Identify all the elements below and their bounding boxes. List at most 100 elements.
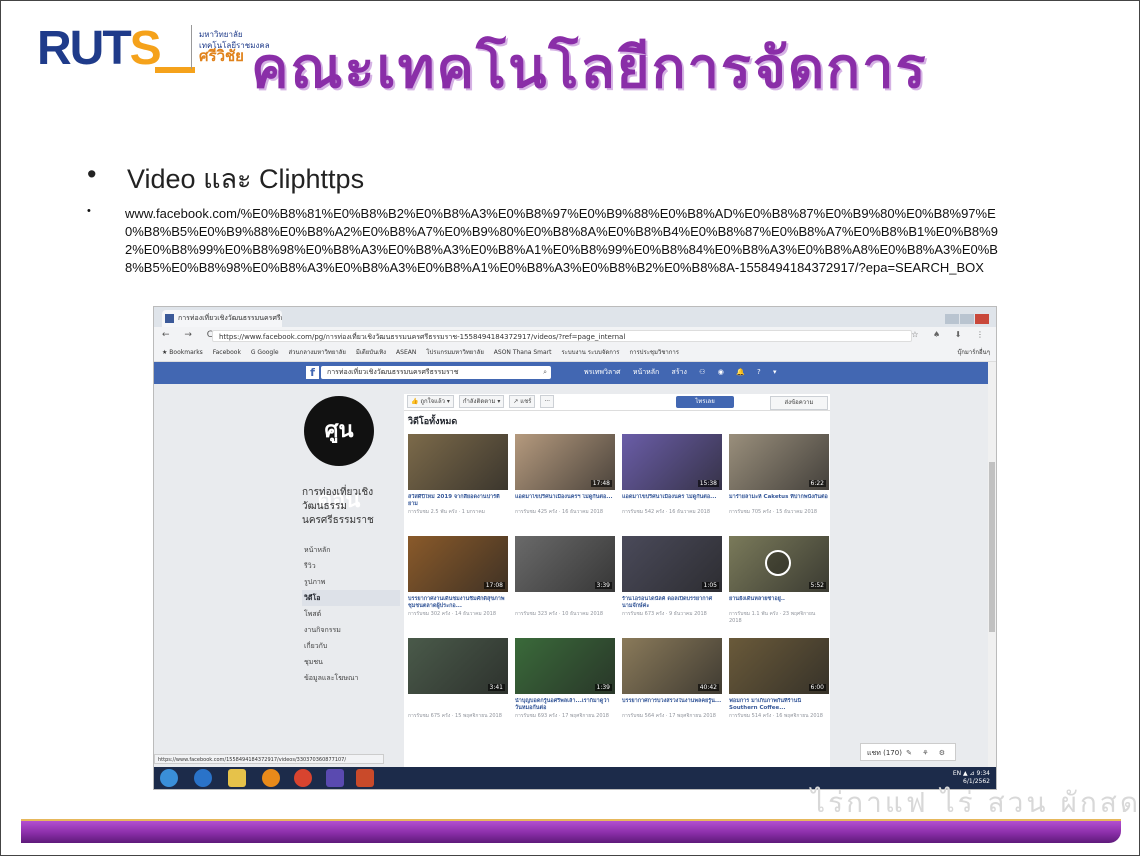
chat-icons[interactable]: ✎ ⚘ ⚙ bbox=[906, 744, 949, 762]
app-icon[interactable] bbox=[326, 769, 344, 787]
video-card[interactable]: 1:05 ร้านโอรอนโดนัลค์ ดอลเปิดบรรยากาศนามจ… bbox=[622, 536, 722, 636]
nav-item-about[interactable]: เกี่ยวกับ bbox=[302, 638, 400, 654]
shop-button[interactable]: ไทรเลย bbox=[676, 396, 734, 408]
video-thumbnail[interactable]: 15:38 bbox=[622, 434, 722, 490]
bookmark-item[interactable]: ASON Thana Smart bbox=[494, 349, 552, 356]
video-thumbnail[interactable]: 1:05 bbox=[622, 536, 722, 592]
video-thumbnail[interactable]: 1:39 bbox=[515, 638, 615, 694]
close-icon[interactable] bbox=[975, 314, 989, 324]
facebook-logo-icon[interactable]: f bbox=[306, 366, 319, 379]
nav-item-events[interactable]: งานกิจกรรม bbox=[302, 622, 400, 638]
nav-item-home[interactable]: หน้าหลัก bbox=[302, 542, 400, 558]
internet-explorer-icon[interactable] bbox=[194, 769, 212, 787]
play-icon[interactable] bbox=[765, 550, 791, 576]
video-card[interactable]: สวัสดีปีใหม่ 2019 จากสี่ยอดงานปาร์ตี้ยาม… bbox=[408, 434, 508, 534]
facebook-url-link[interactable]: www.facebook.com/%E0%B8%81%E0%B8%B2%E0%B… bbox=[125, 205, 1005, 277]
media-player-icon[interactable] bbox=[262, 769, 280, 787]
video-thumbnail[interactable]: 3:39 bbox=[515, 536, 615, 592]
start-button-icon[interactable] bbox=[160, 769, 178, 787]
bookmark-item[interactable]: ASEAN bbox=[396, 349, 416, 356]
video-title[interactable]: สวัสดีปีใหม่ 2019 จากสี่ยอดงานปาร์ตี้ยาม bbox=[408, 494, 508, 508]
video-card[interactable]: 6:00 ฟอมการ มาเก็บภาพกันที่ร้านนี้ Southe… bbox=[729, 638, 829, 738]
powerpoint-icon[interactable] bbox=[356, 769, 374, 787]
video-card[interactable]: 17:48 แอดมาไขปริศนาเมืองนครฯ ไม่ดูกันต่อ.… bbox=[515, 434, 615, 534]
bookmark-item[interactable]: Facebook bbox=[213, 349, 241, 356]
nav-item-videos[interactable]: วิดีโอ bbox=[302, 590, 400, 606]
video-title[interactable]: บรรยากาศงานเดินชมงานชิมศักดิ์สุขภาพชุมชน… bbox=[408, 596, 508, 610]
video-thumbnail[interactable]: 6:00 bbox=[729, 638, 829, 694]
chrome-icon[interactable] bbox=[294, 769, 312, 787]
video-title[interactable]: แอดมาไขปริศนาเมืองนครฯ ไม่ดูกันต่อ... bbox=[515, 494, 615, 508]
nav-item-community[interactable]: ชุมชน bbox=[302, 654, 400, 670]
page-scrollbar[interactable] bbox=[988, 362, 996, 767]
like-button[interactable]: 👍 ถูกใจแล้ว ▾ bbox=[407, 395, 454, 408]
video-title[interactable]: มารำยลามะห์ Caketus ที่ปากพนังกันต่อ bbox=[729, 494, 829, 508]
file-explorer-icon[interactable] bbox=[228, 769, 246, 787]
notifications-icon[interactable]: 🔔 bbox=[736, 368, 745, 376]
video-title[interactable] bbox=[515, 596, 615, 610]
video-meta: การรับชม 705 ครั้ง · 15 ธันวาคม 2018 bbox=[729, 509, 818, 515]
other-bookmarks[interactable]: บุ๊กมาร์กอื่นๆ bbox=[957, 345, 990, 361]
video-title[interactable] bbox=[408, 698, 508, 712]
video-thumbnail[interactable]: 17:08 bbox=[408, 536, 508, 592]
more-button[interactable]: ··· bbox=[540, 395, 555, 408]
bookmarks-bar: ★ Bookmarks Facebook G Google ส่วนกลางมห… bbox=[154, 345, 996, 362]
bookmark-item[interactable]: การประชุมวิชาการ bbox=[629, 349, 679, 356]
video-card[interactable]: 1:39 นำบุญบอดกรู้นอศรีพลเล้า...เราก็มาดูว… bbox=[515, 638, 615, 738]
video-card[interactable]: 3:41 การรับชม 675 ครั้ง · 15 พฤศจิกายน 20… bbox=[408, 638, 508, 738]
video-card[interactable]: 15:38 แอดมาไขปริศนาเมืองนคร ไม่ดูกันต่อ..… bbox=[622, 434, 722, 534]
messenger-icon[interactable]: ◉ bbox=[718, 368, 724, 376]
video-thumbnail[interactable]: 40:42 bbox=[622, 638, 722, 694]
bookmark-item[interactable]: G Google bbox=[251, 349, 279, 356]
nav-buttons[interactable]: ← → C bbox=[162, 330, 219, 340]
search-icon[interactable]: ⌕ bbox=[543, 366, 547, 379]
home-link[interactable]: หน้าหลัก bbox=[633, 368, 659, 376]
video-title[interactable]: นำบุญบอดกรู้นอศรีพลเล้า...เราก็มาดูว่าวั… bbox=[515, 698, 615, 712]
send-message-button[interactable]: ส่งข้อความ bbox=[770, 396, 828, 410]
video-card[interactable]: 5:52 ยานยังเดินหลายซ่าอยู่.. การรับชม 1.1 … bbox=[729, 536, 829, 636]
video-thumbnail[interactable]: 17:48 bbox=[515, 434, 615, 490]
create-link[interactable]: สร้าง bbox=[672, 368, 687, 376]
minimize-icon[interactable] bbox=[945, 314, 959, 324]
browser-tab[interactable]: การท่องเที่ยวเชิงวัฒนธรรมนครศรีธรรมราช bbox=[162, 310, 282, 327]
nav-item-info-ads[interactable]: ข้อมูลและโฆษณา bbox=[302, 670, 400, 686]
maximize-icon[interactable] bbox=[960, 314, 974, 324]
profile-link[interactable]: พรเทพวิลาศ bbox=[584, 368, 621, 376]
url-field[interactable]: https://www.facebook.com/pg/การท่องเที่ย… bbox=[212, 330, 912, 342]
bookmark-item[interactable]: มีเดียบันเทิง bbox=[356, 349, 386, 356]
bookmark-item[interactable]: โปรแกรมมหาวิทยาลัย bbox=[426, 349, 484, 356]
video-title[interactable]: ร้านโอรอนโดนัลค์ ดอลเปิดบรรยากาศนามจักษ์… bbox=[622, 596, 722, 610]
video-thumbnail[interactable]: 6:22 bbox=[729, 434, 829, 490]
bookmark-item[interactable]: ★ Bookmarks bbox=[162, 349, 203, 356]
bookmark-item[interactable]: ระบบงาน ระบบจัดการ bbox=[561, 349, 619, 356]
facebook-search-input[interactable]: การท่องเที่ยวเชิงวัฒนธรรมนครศรีธรรมราช ⌕ bbox=[321, 366, 551, 379]
nav-item-reviews[interactable]: รีวิว bbox=[302, 558, 400, 574]
status-url-bar: https://www.facebook.com/155849418437291… bbox=[154, 754, 384, 764]
help-icon[interactable]: ? bbox=[757, 368, 761, 376]
video-card[interactable]: 17:08 บรรยากาศงานเดินชมงานชิมศักดิ์สุขภาพ… bbox=[408, 536, 508, 636]
follow-button[interactable]: กำลังติดตาม ▾ bbox=[458, 395, 505, 408]
video-thumbnail[interactable]: 5:52 bbox=[729, 536, 829, 592]
video-thumbnail[interactable]: 3:41 bbox=[408, 638, 508, 694]
browser-tools[interactable]: ☆ ♠ ⬇ ⋮ bbox=[911, 330, 990, 339]
nav-item-photos[interactable]: รูปภาพ bbox=[302, 574, 400, 590]
nav-item-posts[interactable]: โพสต์ bbox=[302, 606, 400, 622]
video-card[interactable]: 6:22 มารำยลามะห์ Caketus ที่ปากพนังกันต่อ… bbox=[729, 434, 829, 534]
video-thumbnail[interactable] bbox=[408, 434, 508, 490]
video-title[interactable]: บรรยากาศการบวงสรวงในงานพลคยรู้น... bbox=[622, 698, 722, 712]
logo-underline bbox=[155, 67, 195, 73]
video-card[interactable]: 3:39 การรับชม 323 ครั้ง · 10 ธันวาคม 2018 bbox=[515, 536, 615, 636]
video-title[interactable]: ยานยังเดินหลายซ่าอยู่.. bbox=[729, 596, 829, 610]
scrollbar-thumb[interactable] bbox=[989, 462, 995, 632]
chevron-down-icon[interactable]: ▾ bbox=[773, 368, 777, 376]
bookmark-item[interactable]: ส่วนกลางมหาวิทยาลัย bbox=[289, 349, 346, 356]
video-title[interactable]: แอดมาไขปริศนาเมืองนคร ไม่ดูกันต่อ... bbox=[622, 494, 722, 508]
video-duration: 1:39 bbox=[594, 684, 612, 691]
share-button[interactable]: ↗ แชร์ bbox=[509, 395, 536, 408]
chat-bar[interactable]: แชท (170) ✎ ⚘ ⚙ bbox=[860, 743, 956, 761]
video-card[interactable]: 40:42 บรรยากาศการบวงสรวงในงานพลคยรู้น... ก… bbox=[622, 638, 722, 738]
friends-icon[interactable]: ⚇ bbox=[699, 368, 705, 376]
page-avatar[interactable]: ศูน ดอน bbox=[304, 396, 374, 513]
video-title[interactable]: ฟอมการ มาเก็บภาพกันที่ร้านนี้ Southern C… bbox=[729, 698, 829, 712]
facebook-favicon-icon bbox=[165, 314, 174, 323]
